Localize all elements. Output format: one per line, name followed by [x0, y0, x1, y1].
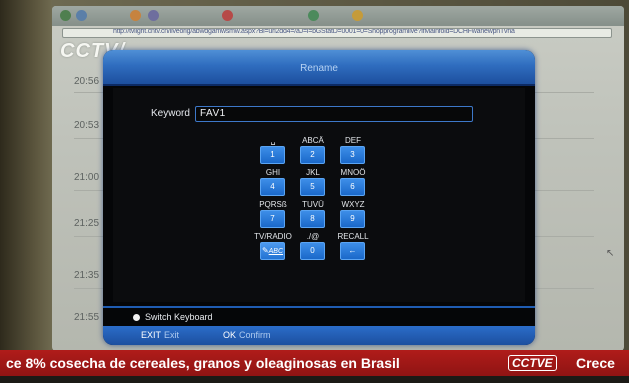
toolbar-app-icon: [308, 10, 319, 21]
key-2[interactable]: ABCÄ 2: [293, 136, 333, 170]
key-button[interactable]: 5: [300, 178, 325, 196]
abc-pen-button[interactable]: ✎ABC: [260, 242, 285, 260]
pen-icon: ✎: [261, 246, 269, 255]
switch-keyboard-option[interactable]: Switch Keyboard: [133, 312, 213, 322]
keyword-label: Keyword: [151, 108, 190, 119]
key-caption: RECALL: [337, 232, 369, 241]
key-caption: MNOÖ: [340, 168, 366, 177]
key-3[interactable]: DEF 3: [333, 136, 373, 170]
key-button[interactable]: 0: [300, 242, 325, 260]
exit-key: EXIT: [141, 330, 162, 340]
screen-bottom-bezel: [0, 376, 629, 383]
rename-dialog: Rename Keyword FAV1 ␣ 1 ABCÄ 2 DEF 3 GHI…: [103, 50, 535, 345]
toolbar-app-icon: [222, 10, 233, 21]
home-icon: [130, 10, 141, 21]
key-button[interactable]: 3: [340, 146, 365, 164]
mouse-cursor-icon: ↖: [606, 248, 615, 259]
refresh-icon: [148, 10, 159, 21]
key-recall[interactable]: RECALL ←: [333, 232, 373, 266]
dialog-title: Rename: [300, 63, 338, 74]
key-button-label: ABC: [268, 248, 284, 255]
key-5[interactable]: JKL 5: [293, 168, 333, 202]
key-button[interactable]: 7: [260, 210, 285, 228]
key-caption: TV/RADIO: [254, 232, 292, 241]
browser-toolbar: [52, 6, 624, 26]
key-caption: GHI: [265, 168, 281, 177]
key-caption: DEF: [345, 136, 361, 145]
key-caption: ␣: [270, 136, 276, 145]
news-ticker: ce 8% cosecha de cereales, granos y olea…: [0, 350, 629, 376]
back-icon: [60, 10, 71, 21]
key-0[interactable]: ./@ 0: [293, 232, 333, 266]
exit-hint[interactable]: EXIT Exit: [141, 330, 179, 340]
ok-key: OK: [223, 330, 237, 340]
key-6[interactable]: MNOÖ 6: [333, 168, 373, 202]
key-7[interactable]: PQRSß 7: [253, 200, 293, 234]
key-8[interactable]: TUVÜ 8: [293, 200, 333, 234]
dialog-divider: [103, 306, 535, 308]
backspace-button[interactable]: ←: [340, 242, 365, 260]
key-caption: WXYZ: [341, 200, 365, 209]
key-caption: ABCÄ: [302, 136, 324, 145]
background-time: 21:25: [74, 218, 100, 229]
help-bar: EXIT Exit OK Confirm: [103, 326, 535, 345]
key-button[interactable]: 2: [300, 146, 325, 164]
forward-icon: [76, 10, 87, 21]
browser-address-bar: http://tvlight.cntv.cn/liveorig/abwdgamw…: [62, 28, 612, 38]
key-caption: ./@: [306, 232, 320, 241]
key-caption: JKL: [306, 168, 320, 177]
ok-label: Confirm: [239, 330, 271, 340]
ticker-text-next: Crece: [576, 355, 615, 371]
background-time: 20:53: [74, 120, 100, 131]
toolbar-app-icon: [352, 10, 363, 21]
exit-label: Exit: [164, 330, 180, 340]
key-button[interactable]: 9: [340, 210, 365, 228]
key-button[interactable]: 8: [300, 210, 325, 228]
key-1[interactable]: ␣ 1: [253, 136, 293, 170]
key-button[interactable]: 4: [260, 178, 285, 196]
key-tv-radio[interactable]: TV/RADIO ✎ABC: [253, 232, 293, 266]
ok-hint[interactable]: OK Confirm: [223, 330, 271, 340]
key-button[interactable]: 6: [340, 178, 365, 196]
browser-address-text: http://tvlight.cntv.cn/liveorig/abwdgamw…: [113, 28, 515, 35]
screen-edge-shadow: [0, 0, 52, 355]
dialog-title-bar: Rename: [103, 50, 535, 86]
key-caption: TUVÜ: [302, 200, 324, 209]
background-time: 21:00: [74, 172, 100, 183]
background-time: 21:55: [74, 312, 100, 323]
switch-keyboard-label: Switch Keyboard: [145, 312, 213, 322]
background-time: 20:56: [74, 76, 100, 87]
key-button[interactable]: 1: [260, 146, 285, 164]
channel-logo: CCTVE: [508, 355, 557, 371]
radio-dot-icon: [133, 314, 140, 321]
ticker-text: ce 8% cosecha de cereales, granos y olea…: [6, 355, 400, 371]
background-time: 21:35: [74, 270, 100, 281]
key-9[interactable]: WXYZ 9: [333, 200, 373, 234]
key-caption: PQRSß: [259, 200, 287, 209]
key-4[interactable]: GHI 4: [253, 168, 293, 202]
keyword-input[interactable]: FAV1: [195, 106, 473, 122]
